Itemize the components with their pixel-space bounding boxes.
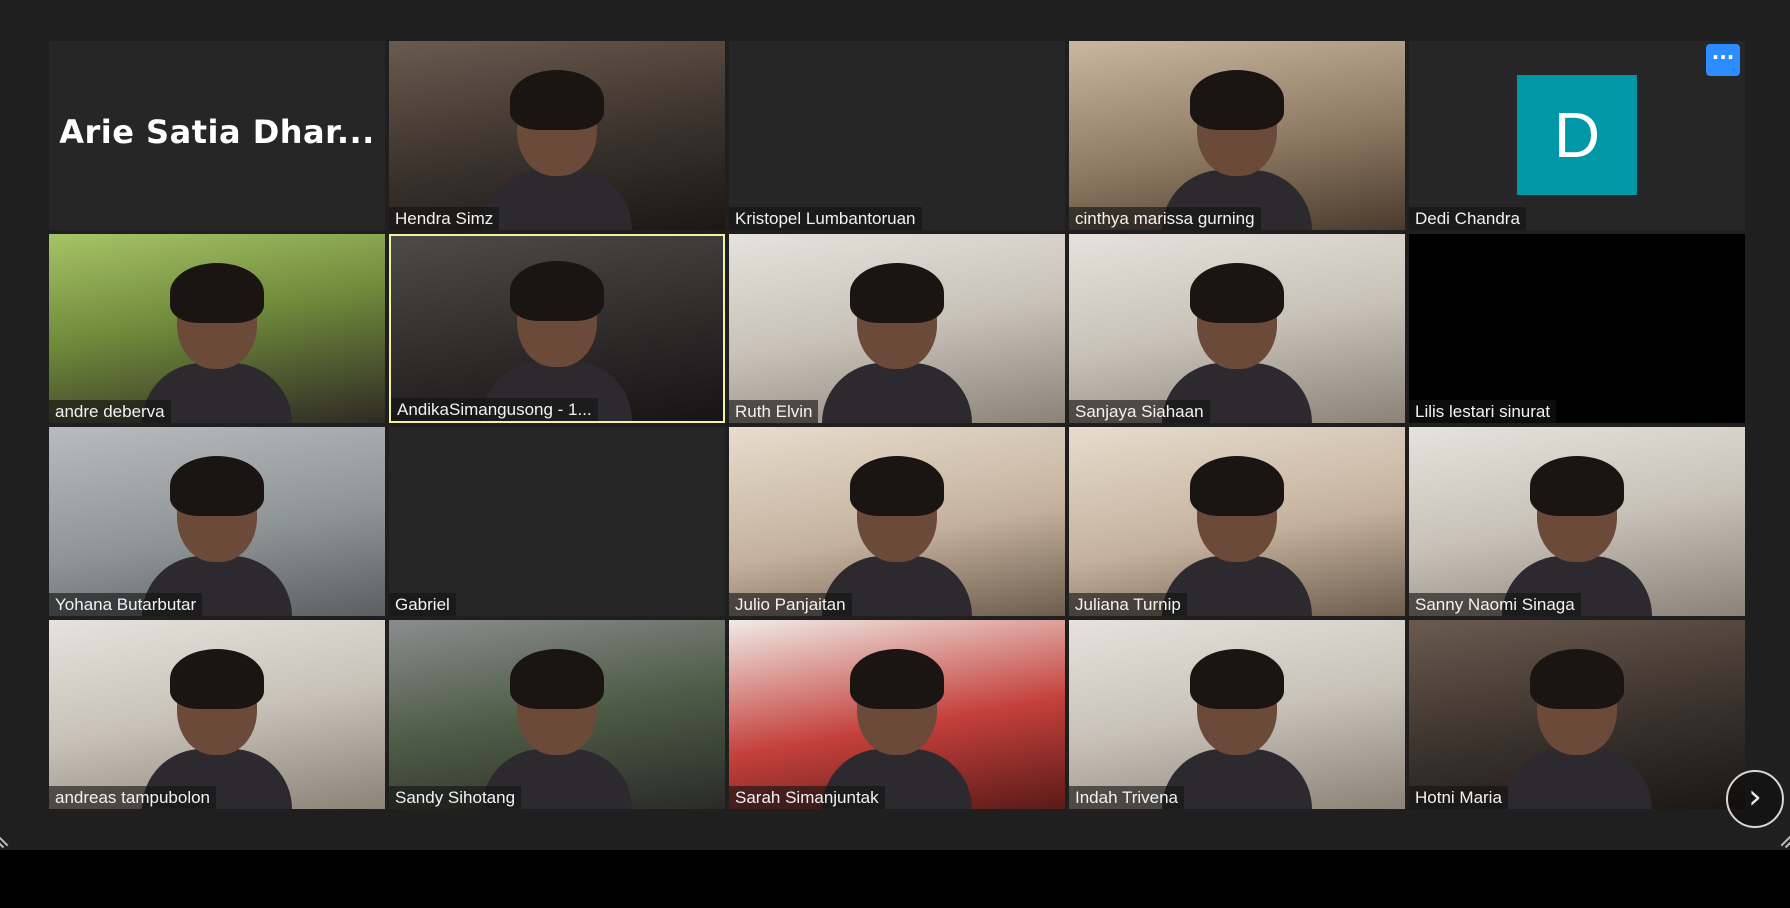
participant-video bbox=[1162, 70, 1312, 230]
participant-tile[interactable]: Indah Trivena bbox=[1069, 620, 1405, 809]
participant-tile[interactable]: Lilis lestari sinurat bbox=[1409, 234, 1745, 423]
participant-video bbox=[822, 649, 972, 809]
next-page-button[interactable]: › bbox=[1726, 770, 1784, 828]
participant-name-label: Lilis lestari sinurat bbox=[1409, 400, 1557, 423]
participant-video bbox=[1502, 649, 1652, 809]
participant-tile[interactable]: Yohana Butarbutar bbox=[49, 427, 385, 616]
participant-name-label: Sandy Sihotang bbox=[389, 786, 522, 809]
participant-name-label: Yohana Butarbutar bbox=[49, 593, 203, 616]
bottom-black-bar bbox=[0, 850, 1790, 908]
participant-tile[interactable]: Sanjaya Siahaan bbox=[1069, 234, 1405, 423]
participant-tile[interactable]: Julio Panjaitan bbox=[729, 427, 1065, 616]
participant-tile[interactable]: Kristopel Lumbantoruan bbox=[729, 41, 1065, 230]
participant-video bbox=[142, 263, 292, 423]
meeting-gallery-view: Arie Satia Dhar... Hendra Simz Kristopel… bbox=[0, 0, 1790, 850]
resize-handle-right-icon[interactable] bbox=[1780, 832, 1790, 846]
participant-name-label: andreas tampubolon bbox=[49, 786, 217, 809]
chevron-right-icon: › bbox=[1748, 777, 1762, 817]
participant-name-label: Juliana Turnip bbox=[1069, 593, 1187, 616]
participant-tile-active-speaker[interactable]: AndikaSimangusong - 1... bbox=[389, 234, 725, 423]
participant-name-label: AndikaSimangusong - 1... bbox=[391, 398, 598, 421]
participant-name-label: Sanjaya Siahaan bbox=[1069, 400, 1210, 423]
participant-video bbox=[822, 456, 972, 616]
avatar: D bbox=[1517, 75, 1637, 195]
participant-video bbox=[142, 649, 292, 809]
ellipsis-icon: ··· bbox=[1711, 45, 1735, 69]
participant-tile[interactable]: cinthya marissa gurning bbox=[1069, 41, 1405, 230]
participant-video bbox=[1162, 456, 1312, 616]
participant-name-label: andre deberva bbox=[49, 400, 171, 423]
participant-tile[interactable]: Hendra Simz bbox=[389, 41, 725, 230]
participant-name-label: Julio Panjaitan bbox=[729, 593, 852, 616]
participant-name-label: Hotni Maria bbox=[1409, 786, 1508, 809]
participant-name-label: Dedi Chandra bbox=[1409, 207, 1526, 230]
participant-tile[interactable]: Juliana Turnip bbox=[1069, 427, 1405, 616]
participant-video bbox=[822, 263, 972, 423]
participant-name-label: cinthya marissa gurning bbox=[1069, 207, 1261, 230]
resize-handle-left-icon[interactable] bbox=[0, 832, 9, 846]
participant-name-label: Indah Trivena bbox=[1069, 786, 1185, 809]
participant-name-label: Sarah Simanjuntak bbox=[729, 786, 885, 809]
participant-tile[interactable]: Ruth Elvin bbox=[729, 234, 1065, 423]
more-options-button[interactable]: ··· bbox=[1706, 44, 1740, 76]
participant-tile[interactable]: andre deberva bbox=[49, 234, 385, 423]
participant-tile[interactable]: Sarah Simanjuntak bbox=[729, 620, 1065, 809]
participant-grid: Arie Satia Dhar... Hendra Simz Kristopel… bbox=[49, 41, 1747, 811]
participant-video bbox=[1162, 649, 1312, 809]
participant-name-label: Hendra Simz bbox=[389, 207, 500, 230]
participant-name-label: Ruth Elvin bbox=[729, 400, 819, 423]
participant-tile[interactable]: Arie Satia Dhar... bbox=[49, 41, 385, 230]
participant-tile[interactable]: Hotni Maria bbox=[1409, 620, 1745, 809]
participant-tile[interactable]: Gabriel bbox=[389, 427, 725, 616]
participant-tile[interactable]: D ··· Dedi Chandra bbox=[1409, 41, 1745, 230]
participant-video bbox=[482, 70, 632, 230]
participant-video bbox=[142, 456, 292, 616]
participant-tile[interactable]: andreas tampubolon bbox=[49, 620, 385, 809]
participant-name-label: Gabriel bbox=[389, 593, 456, 616]
participant-name-label: Sanny Naomi Sinaga bbox=[1409, 593, 1581, 616]
participant-name-label: Kristopel Lumbantoruan bbox=[729, 207, 922, 230]
participant-display-name: Arie Satia Dhar... bbox=[59, 113, 375, 151]
participant-video bbox=[1162, 263, 1312, 423]
participant-video bbox=[1502, 456, 1652, 616]
participant-tile[interactable]: Sanny Naomi Sinaga bbox=[1409, 427, 1745, 616]
participant-tile[interactable]: Sandy Sihotang bbox=[389, 620, 725, 809]
participant-video bbox=[482, 649, 632, 809]
